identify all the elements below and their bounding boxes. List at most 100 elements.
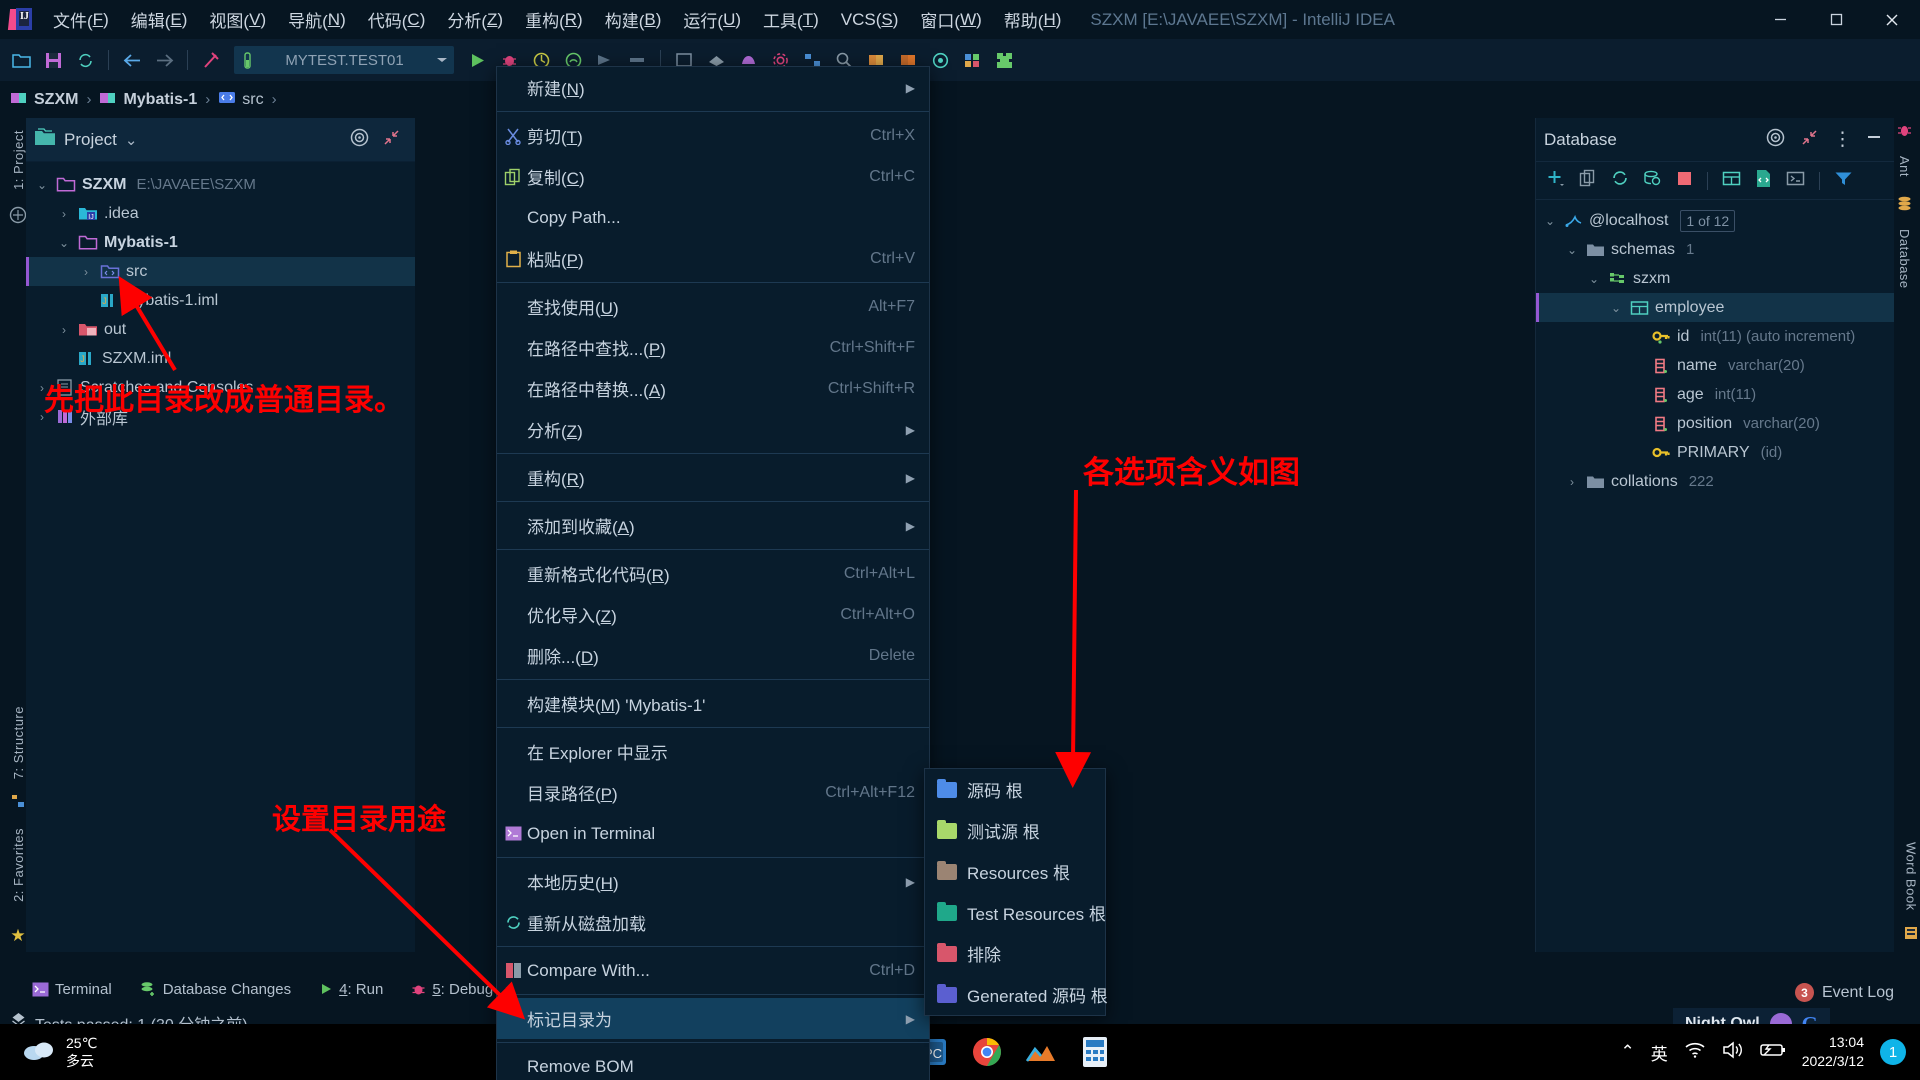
word-book-icon[interactable] — [1903, 925, 1919, 946]
collapse-all-icon[interactable] — [382, 128, 401, 152]
tool-window-button-database-changes[interactable]: Database Changes — [140, 981, 291, 998]
context-menu-item-10[interactable]: 添加到收藏(A) ▶ — [497, 505, 929, 546]
menu-z[interactable]: 分析(Z) — [436, 0, 514, 39]
wifi-icon[interactable] — [1684, 1041, 1706, 1064]
back-arrow-icon[interactable] — [117, 45, 147, 75]
minimize-button[interactable] — [1752, 0, 1808, 39]
tool-window-button-run[interactable]: 4: Run — [319, 981, 383, 998]
stripe-button-project[interactable]: 1: Project — [11, 124, 26, 196]
event-log-button[interactable]: 3 Event Log — [1794, 983, 1894, 1002]
tool-window-button-terminal[interactable]: Terminal — [32, 981, 112, 998]
chevron-right-icon[interactable]: › — [1564, 475, 1580, 489]
crosshair-icon[interactable] — [1765, 127, 1786, 153]
chevron-right-icon[interactable]: › — [78, 265, 94, 279]
hide-icon[interactable] — [1866, 129, 1882, 150]
stripe-button-favorites[interactable]: 2: Favorites — [11, 822, 26, 908]
database-tree-row-position[interactable]: position varchar(20) — [1536, 409, 1894, 438]
database-tree-row--localhost[interactable]: ⌄ @localhost 1 of 12 — [1536, 206, 1894, 235]
submenu-item-5[interactable]: Generated 源码 根 — [925, 974, 1108, 1015]
menu-b[interactable]: 构建(B) — [594, 0, 673, 39]
chevron-down-icon[interactable]: ⌄ — [34, 178, 50, 192]
menu-f[interactable]: 文件(F) — [42, 0, 120, 39]
sync-icon[interactable] — [70, 45, 100, 75]
weather-widget[interactable]: 25℃ 多云 — [22, 1034, 97, 1070]
context-menu-item-15[interactable]: 在 Explorer 中显示 — [497, 731, 929, 772]
context-menu-item-7[interactable]: 在路径中替换...(A) Ctrl+Shift+R — [497, 368, 929, 409]
context-menu-item-9[interactable]: 重构(R) ▶ — [497, 457, 929, 498]
submenu-item-3[interactable]: Test Resources 根 — [925, 892, 1106, 933]
context-menu-item-22[interactable]: Remove BOM — [497, 1046, 929, 1080]
console-icon[interactable] — [1786, 170, 1805, 192]
database-tree-row-collations[interactable]: › collations 222 — [1536, 467, 1894, 496]
context-menu-item-1[interactable]: 剪切(T) Ctrl+X — [497, 115, 929, 156]
database-tree-row-szxm[interactable]: ⌄ szxm — [1536, 264, 1894, 293]
context-menu-item-12[interactable]: 优化导入(Z) Ctrl+Alt+O — [497, 594, 929, 635]
project-tree-row-szxm[interactable]: ⌄ SZXM E:\JAVAEE\SZXM — [26, 170, 415, 199]
context-menu-item-5[interactable]: 查找使用(U) Alt+F7 — [497, 286, 929, 327]
structure-stripe-icon[interactable] — [9, 206, 27, 229]
sql-file-icon[interactable] — [1755, 169, 1772, 193]
context-menu-item-0[interactable]: 新建(N) ▶ — [497, 67, 929, 108]
context-menu-item-19[interactable]: 重新从磁盘加载 — [497, 902, 929, 943]
filter-icon[interactable] — [1834, 170, 1853, 192]
project-tree-row-src[interactable]: › src — [26, 257, 415, 286]
context-menu-item-16[interactable]: 目录路径(P) Ctrl+Alt+F12 — [497, 772, 929, 813]
chevron-right-icon[interactable]: › — [56, 323, 72, 337]
breadcrumb-item-szxm[interactable]: SZXM — [10, 89, 78, 110]
collapse-all-icon[interactable] — [1800, 128, 1819, 152]
context-menu-item-13[interactable]: 删除...(D) Delete — [497, 635, 929, 676]
menu-v[interactable]: 视图(V) — [198, 0, 277, 39]
ime-indicator[interactable]: 英 — [1651, 1040, 1668, 1065]
battery-icon[interactable] — [1759, 1042, 1786, 1063]
project-tree-row-szxm-iml[interactable]: J SZXM.iml — [26, 344, 415, 373]
volume-icon[interactable] — [1722, 1040, 1744, 1064]
project-tree-row--idea[interactable]: › IJ .idea — [26, 199, 415, 228]
context-menu-item-18[interactable]: 本地历史(H) ▶ — [497, 861, 929, 902]
database-tree-row-name[interactable]: name varchar(20) — [1536, 351, 1894, 380]
context-menu-item-14[interactable]: 构建模块(M) 'Mybatis-1' — [497, 683, 929, 724]
chevron-down-icon[interactable]: ⌄ — [56, 236, 72, 250]
menu-e[interactable]: 编辑(E) — [120, 0, 199, 39]
context-menu-item-21[interactable]: 标记目录为 ▶ — [497, 998, 929, 1039]
context-menu-item-20[interactable]: Compare With... Ctrl+D — [497, 950, 929, 991]
chevron-down-icon[interactable]: ⌄ — [1564, 243, 1580, 257]
project-tree-row-mybatis-1-iml[interactable]: J Mybatis-1.iml — [26, 286, 415, 315]
taskbar-calculator-icon[interactable] — [1074, 1031, 1116, 1073]
submenu-item-2[interactable]: Resources 根 — [925, 851, 1105, 892]
context-menu-item-4[interactable]: 粘贴(P) Ctrl+V — [497, 238, 929, 279]
chevron-down-icon[interactable]: ⌄ — [1586, 272, 1602, 286]
context-menu-item-17[interactable]: Open in Terminal — [497, 813, 929, 854]
jump-to-query-icon[interactable] — [1643, 169, 1662, 192]
chevron-down-icon[interactable]: ⌄ — [125, 131, 138, 149]
database-tree-row-id[interactable]: id int(11) (auto increment) — [1536, 322, 1894, 351]
menu-r[interactable]: 重构(R) — [514, 0, 594, 39]
chevron-right-icon[interactable]: › — [56, 207, 72, 221]
project-tree-row-out[interactable]: › out — [26, 315, 415, 344]
menu-c[interactable]: 代码(C) — [357, 0, 437, 39]
open-folder-icon[interactable] — [6, 45, 36, 75]
menu-n[interactable]: 导航(N) — [277, 0, 357, 39]
chevron-down-icon[interactable]: ⌄ — [1608, 301, 1624, 315]
favorites-star-icon[interactable]: ★ — [10, 926, 25, 946]
chevron-down-icon[interactable]: ⌄ — [1542, 214, 1558, 228]
database-tree-row-schemas[interactable]: ⌄ schemas 1 — [1536, 235, 1894, 264]
stripe-button-ant[interactable]: Ant — [1897, 150, 1912, 183]
context-menu-item-11[interactable]: 重新格式化代码(R) Ctrl+Alt+L — [497, 553, 929, 594]
menu-w[interactable]: 窗口(W) — [909, 0, 992, 39]
structure-stripe-small-icon[interactable] — [10, 793, 26, 814]
run-icon[interactable] — [462, 45, 492, 75]
add-icon[interactable] — [1546, 169, 1565, 193]
more-options-icon[interactable]: ⋮ — [1833, 130, 1852, 149]
database-stripe-icon[interactable] — [1896, 195, 1913, 217]
duplicate-icon[interactable] — [1579, 169, 1597, 192]
notification-badge[interactable]: 1 — [1880, 1039, 1906, 1065]
database-tree-row-primary[interactable]: PRIMARY (id) — [1536, 438, 1894, 467]
crosshair-icon[interactable] — [349, 127, 370, 153]
context-menu-item-3[interactable]: Copy Path... — [497, 197, 929, 238]
menu-u[interactable]: 运行(U) — [672, 0, 752, 39]
puzzle-icon[interactable] — [989, 45, 1019, 75]
context-menu-item-2[interactable]: 复制(C) Ctrl+C — [497, 156, 929, 197]
submenu-item-4[interactable]: 排除 — [925, 933, 1105, 974]
taskbar-chrome-icon[interactable] — [966, 1031, 1008, 1073]
stripe-button-database[interactable]: Database — [1897, 223, 1912, 295]
